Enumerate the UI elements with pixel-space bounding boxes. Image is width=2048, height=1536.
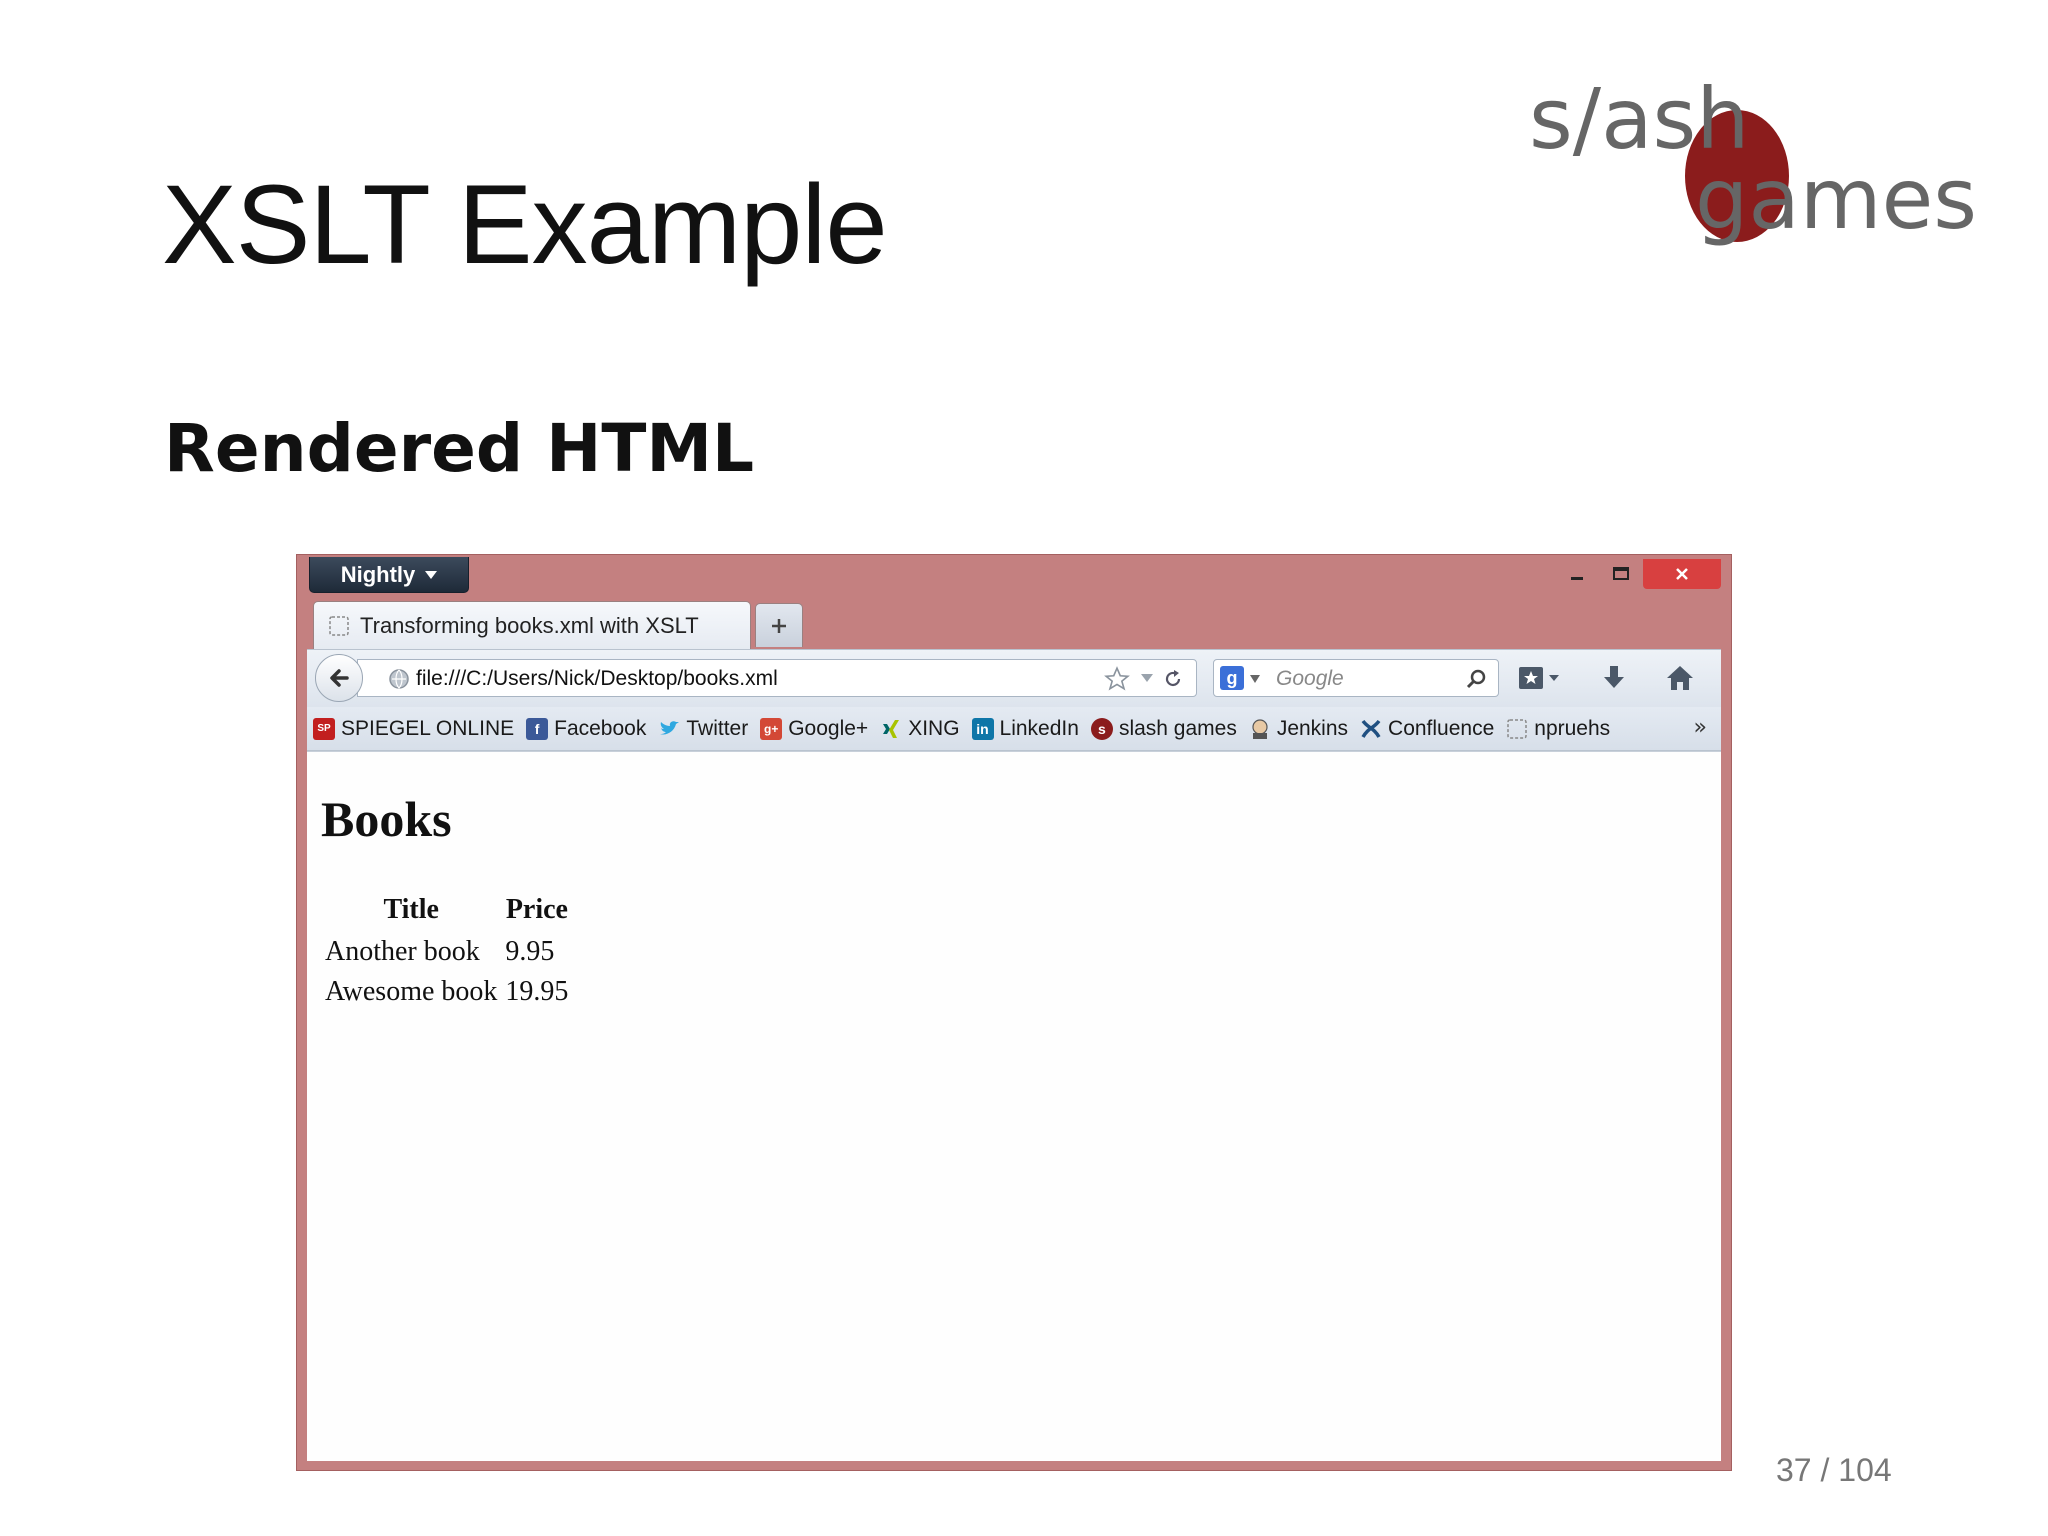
twitter-icon (660, 720, 680, 735)
history-dropdown-icon[interactable] (1140, 673, 1154, 683)
column-header-price: Price (505, 894, 568, 925)
minimize-button[interactable] (1555, 559, 1599, 589)
globe-icon (389, 669, 409, 689)
book-price-cell: 19.95 (505, 976, 569, 1007)
search-bar[interactable]: g Google (1213, 659, 1499, 697)
books-heading: Books (321, 791, 452, 847)
page-icon (329, 615, 349, 636)
home-icon[interactable] (1665, 663, 1695, 693)
minimize-icon (1571, 577, 1583, 580)
tab-title: Transforming books.xml with XSLT (360, 612, 699, 638)
jenkins-icon (1252, 718, 1268, 739)
linkedin-icon: in (971, 717, 994, 740)
bookmarks-overflow-chevron-icon[interactable]: » (1694, 715, 1707, 740)
bookmark-google-plus[interactable]: g+ Google+ (760, 717, 868, 741)
bookmark-spiegel-online[interactable]: SP SPIEGEL ONLINE (313, 717, 514, 741)
bookmarks-menu-icon[interactable] (1517, 665, 1561, 693)
search-engine-dropdown-icon[interactable] (1250, 675, 1260, 683)
slide-title: XSLT Example (162, 162, 888, 287)
confluence-icon (1361, 719, 1381, 738)
book-title-cell: Awesome book (325, 976, 498, 1007)
bookmark-npruehs[interactable]: npruehs (1506, 717, 1610, 741)
bookmark-slash-games[interactable]: s slash games (1090, 717, 1237, 741)
slash-games-icon: s (1090, 717, 1113, 740)
books-table: Title Price Another book 9.95 Awesome bo… (321, 892, 572, 1012)
spiegel-icon: SP (313, 717, 335, 740)
table-row: Awesome book 19.95 (321, 972, 572, 1012)
new-tab-button[interactable] (755, 603, 803, 647)
facebook-icon: f (526, 717, 549, 740)
bookmark-facebook[interactable]: f Facebook (526, 717, 646, 741)
bookmark-twitter[interactable]: Twitter (658, 717, 748, 741)
blank-page-icon (1507, 718, 1528, 739)
search-engine-icon[interactable]: g (1220, 666, 1244, 690)
close-icon (1676, 568, 1688, 580)
dropdown-arrow-icon (425, 570, 438, 579)
slash-games-logo: s/ash games (1529, 70, 1977, 248)
column-header-title: Title (383, 894, 439, 925)
close-window-button[interactable] (1643, 559, 1721, 589)
slide-subtitle: Rendered HTML (164, 410, 755, 487)
tab-transforming-books[interactable]: Transforming books.xml with XSLT (313, 601, 751, 649)
plus-icon (772, 618, 786, 633)
download-icon[interactable] (1599, 663, 1629, 693)
url-text: file:///C:/Users/Nick/Desktop/books.xml (416, 667, 778, 690)
logo-bottom-text: games (1695, 150, 1977, 248)
maximize-button[interactable] (1599, 559, 1643, 589)
magnifier-icon[interactable] (1464, 667, 1488, 691)
book-title-cell: Another book (325, 936, 480, 967)
page-number: 37 / 104 (1776, 1452, 1892, 1488)
bookmark-confluence[interactable]: Confluence (1360, 717, 1494, 741)
reload-icon[interactable] (1162, 668, 1184, 690)
bookmark-xing[interactable]: XING (880, 717, 960, 741)
address-bar[interactable]: file:///C:/Users/Nick/Desktop/books.xml (357, 659, 1197, 697)
back-button[interactable] (315, 654, 363, 702)
book-price-cell: 9.95 (505, 936, 555, 967)
bookmark-jenkins[interactable]: Jenkins (1249, 717, 1348, 741)
app-menu-button[interactable]: Nightly (309, 557, 469, 593)
search-placeholder: Google (1276, 667, 1344, 690)
table-header-row: Title Price (321, 892, 572, 932)
bookmark-star-icon[interactable] (1104, 666, 1130, 692)
bookmarks-toolbar: SP SPIEGEL ONLINE f Facebook Twitter g+ … (307, 707, 1721, 751)
app-menu-label: Nightly (340, 561, 416, 587)
google-plus-icon: g+ (760, 717, 783, 740)
maximize-icon (1613, 567, 1629, 580)
bookmark-linkedin[interactable]: in LinkedIn (971, 717, 1079, 741)
page-content: Books Title Price Another book 9.95 Awes… (307, 751, 1721, 1461)
table-row: Another book 9.95 (321, 932, 572, 972)
xing-icon (883, 719, 900, 738)
navigation-toolbar: file:///C:/Users/Nick/Desktop/books.xml … (307, 649, 1721, 707)
browser-window: Nightly Transforming books.xml with XSLT… (296, 554, 1732, 1471)
back-arrow-icon (330, 669, 349, 687)
